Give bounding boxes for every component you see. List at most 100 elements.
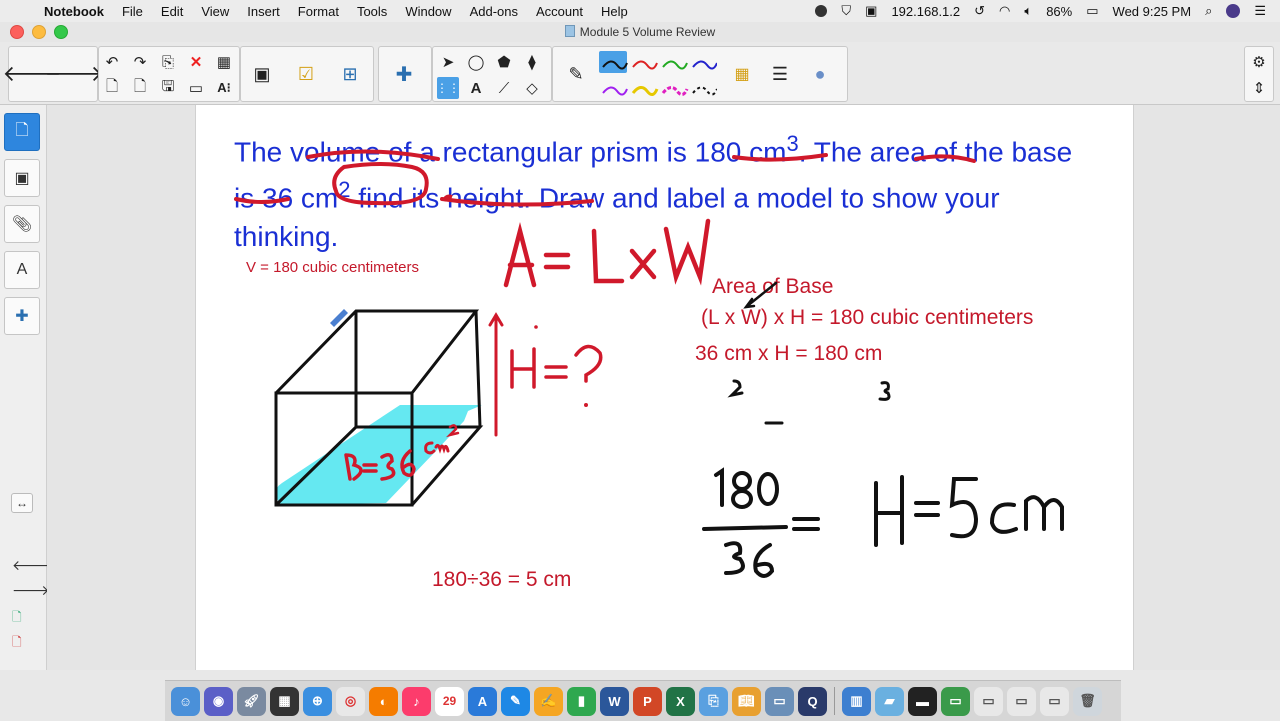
- record-status-icon[interactable]: [815, 5, 828, 17]
- window-title: Module 5 Volume Review: [0, 25, 1280, 39]
- firefox-dock-icon[interactable]: ◐: [369, 686, 398, 716]
- menu-tools[interactable]: Tools: [348, 4, 396, 19]
- powerpoint-dock-icon[interactable]: P: [633, 686, 662, 716]
- tools-group: ➤ ◯ ⬟ ⧫ ⋮⋮ A ⟋ ◇: [432, 46, 552, 102]
- line-style-icon[interactable]: ☰: [765, 59, 795, 89]
- measurement-icon[interactable]: ⋮⋮: [436, 77, 460, 99]
- select-arrow-icon[interactable]: ➤: [437, 51, 459, 73]
- nav-group: 🡐 🡒: [3, 46, 104, 102]
- screen-dock-icon[interactable]: ▬: [908, 686, 937, 716]
- line-tool-icon[interactable]: ⟋: [493, 77, 515, 99]
- toolbar-position-icon[interactable]: ⇕: [1248, 77, 1270, 99]
- puzzle-icon[interactable]: ✚: [389, 59, 419, 89]
- paste-icon[interactable]: ⎘: [157, 51, 179, 73]
- facetime-dock-icon[interactable]: ▭: [941, 686, 970, 716]
- delete-icon[interactable]: ✕: [185, 51, 207, 73]
- menu-help[interactable]: Help: [592, 4, 637, 19]
- menu-insert[interactable]: Insert: [238, 4, 289, 19]
- sidebar-resize-icon[interactable]: ↔: [11, 493, 33, 513]
- properties-tab-icon[interactable]: A: [4, 251, 40, 289]
- sidebar-next-page-icon[interactable]: 🡒: [12, 582, 50, 599]
- chrome-dock-icon[interactable]: ◎: [336, 686, 365, 716]
- excel-dock-icon[interactable]: X: [666, 686, 695, 716]
- shield-status-icon[interactable]: ⛉: [841, 3, 851, 19]
- folder-dock-icon[interactable]: ▰: [875, 686, 904, 716]
- screen-capture-icon[interactable]: ▣: [247, 59, 277, 89]
- menu-account[interactable]: Account: [527, 4, 592, 19]
- fill-icon[interactable]: ⧫: [521, 51, 543, 73]
- sidebar-delete-page-icon[interactable]: 🗋: [12, 633, 22, 654]
- safari-dock-icon[interactable]: ⊕: [303, 686, 332, 716]
- sidebar-add-page-icon[interactable]: 🗋: [12, 608, 22, 629]
- save-icon[interactable]: 🖫: [157, 77, 179, 99]
- word-dock-icon[interactable]: W: [600, 686, 629, 716]
- window-thumbnail-1-dock-icon[interactable]: ▭: [974, 686, 1003, 716]
- volume-icon[interactable]: 🔈︎: [1024, 3, 1032, 19]
- settings-gear-icon[interactable]: ⚙: [1248, 51, 1270, 73]
- transparency-icon[interactable]: ●: [805, 59, 835, 89]
- trash-dock-icon[interactable]: 🗑︎: [1073, 686, 1102, 716]
- menu-format[interactable]: Format: [289, 4, 348, 19]
- quicktime-dock-icon[interactable]: Q: [798, 686, 827, 716]
- menu-view[interactable]: View: [192, 4, 238, 19]
- pages-dock-icon[interactable]: ✎: [501, 686, 530, 716]
- finder-dock-icon[interactable]: ☺: [171, 686, 200, 716]
- mission-control-dock-icon[interactable]: ▦: [270, 686, 299, 716]
- notebook-page[interactable]: The volume of a rectangular prism is 180…: [195, 105, 1134, 670]
- display-icon[interactable]: ▭: [185, 77, 207, 99]
- add-page-icon[interactable]: 🗋: [101, 77, 123, 99]
- menu-file[interactable]: File: [113, 4, 152, 19]
- lab-activity-icon[interactable]: ⊞: [335, 59, 365, 89]
- user-avatar-icon[interactable]: [1226, 4, 1241, 18]
- response-icon[interactable]: ☑: [291, 59, 321, 89]
- menu-addons[interactable]: Add-ons: [461, 4, 527, 19]
- text-tool-icon[interactable]: A: [465, 77, 487, 99]
- notification-center-icon[interactable]: ☰: [1254, 3, 1266, 19]
- time-machine-icon[interactable]: ↺: [974, 3, 985, 19]
- page-edge-mark: [1276, 205, 1280, 215]
- pen-swatch-strokes: [602, 60, 717, 96]
- color-palette-icon[interactable]: ▦: [727, 59, 757, 89]
- text-format-icon[interactable]: A⁝: [213, 77, 235, 99]
- toolbar: 🡐 🡒 ↶ ↷ ⎘ ✕ ▦ 🗋 🗋 🖫 ▭ A⁝ ▣ ☑ ⊞ ✚ ➤ ◯ ⬟ ⧫…: [0, 42, 1280, 105]
- gallery-tab-icon[interactable]: ▣: [4, 159, 40, 197]
- battery-icon[interactable]: ▭: [1086, 3, 1098, 19]
- notebook-dock-icon[interactable]: ▥: [842, 686, 871, 716]
- launchpad-dock-icon[interactable]: 🚀︎: [237, 686, 266, 716]
- document-icon: [564, 25, 575, 37]
- books-dock-icon[interactable]: 📖︎: [732, 686, 761, 716]
- undo-icon[interactable]: ↶: [101, 51, 123, 73]
- shape-icon[interactable]: ◯: [465, 51, 487, 73]
- canvas-area[interactable]: The volume of a rectangular prism is 180…: [47, 105, 1280, 670]
- sidebar-prev-page-icon[interactable]: 🡐: [12, 557, 50, 574]
- numbers-dock-icon[interactable]: ▮: [567, 686, 596, 716]
- image-capture-dock-icon[interactable]: ▭: [765, 686, 794, 716]
- polygon-icon[interactable]: ⬟: [493, 51, 515, 73]
- toolbar-settings-group: ⚙ ⇕: [1244, 46, 1274, 102]
- menu-window[interactable]: Window: [396, 4, 460, 19]
- menu-edit[interactable]: Edit: [152, 4, 192, 19]
- delete-page-icon[interactable]: 🗋: [129, 77, 151, 99]
- music-dock-icon[interactable]: ♪: [402, 686, 431, 716]
- pen-tool-icon[interactable]: ✎: [561, 59, 591, 89]
- page-sorter-tab-icon[interactable]: 🗋: [4, 113, 40, 151]
- app-store-dock-icon[interactable]: A: [468, 686, 497, 716]
- window-thumbnail-2-dock-icon[interactable]: ▭: [1007, 686, 1036, 716]
- next-page-icon[interactable]: 🡒: [45, 59, 104, 89]
- previous-page-icon[interactable]: 🡐: [3, 59, 62, 89]
- eraser-icon[interactable]: ◇: [521, 77, 543, 99]
- preview-dock-icon[interactable]: ⎘: [699, 686, 728, 716]
- window-thumbnail-3-dock-icon[interactable]: ▭: [1040, 686, 1069, 716]
- ip-status-icon[interactable]: ▣: [865, 3, 877, 19]
- addons-tab-icon[interactable]: ✚: [4, 297, 40, 335]
- calendar-dock-icon[interactable]: 29: [435, 686, 464, 716]
- clock[interactable]: Wed 9:25 PM: [1113, 4, 1192, 19]
- attachments-tab-icon[interactable]: 📎︎: [4, 205, 40, 243]
- redo-icon[interactable]: ↷: [129, 51, 151, 73]
- menu-app-name[interactable]: Notebook: [38, 4, 113, 19]
- textedit-dock-icon[interactable]: ✍: [534, 686, 563, 716]
- siri-dock-icon[interactable]: ◉: [204, 686, 233, 716]
- wifi-icon[interactable]: ◠: [999, 3, 1010, 19]
- table-icon[interactable]: ▦: [213, 51, 235, 73]
- spotlight-icon[interactable]: ⌕: [1205, 3, 1212, 19]
